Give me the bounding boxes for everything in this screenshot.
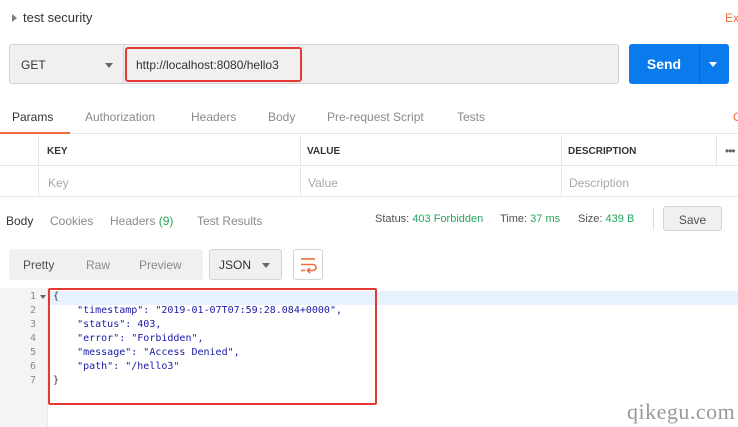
resp-tab-headers-label: Headers — [110, 214, 156, 228]
wrap-lines-icon — [301, 258, 317, 274]
method-select[interactable]: GET — [10, 45, 124, 83]
time-value[interactable]: 37 ms — [530, 213, 560, 225]
headers-count: (9) — [158, 214, 174, 228]
description-column: DESCRIPTION — [561, 136, 716, 166]
resp-tab-body[interactable]: Body — [6, 214, 33, 228]
size-value[interactable]: 439 B — [606, 213, 635, 225]
time-label: Time: — [500, 213, 528, 225]
params-header-row: KEY VALUE DESCRIPTION ••• — [0, 136, 738, 166]
key-placeholder: Key — [48, 176, 69, 190]
line-number: 6 — [29, 361, 36, 372]
status-label: Status: — [375, 213, 410, 225]
send-button[interactable]: Send — [629, 44, 729, 84]
tab-params[interactable]: Params — [12, 110, 53, 124]
description-cell[interactable]: Description — [561, 167, 738, 197]
tab-headers[interactable]: Headers — [191, 110, 236, 124]
params-empty-row: Key Value Description — [0, 167, 738, 197]
resp-tab-cookies[interactable]: Cookies — [50, 214, 93, 228]
more-icon[interactable]: ••• — [725, 144, 736, 158]
line-number: 4 — [29, 333, 36, 344]
value-column: VALUE — [300, 136, 561, 166]
tab-tests[interactable]: Tests — [457, 110, 485, 124]
active-tab-indicator — [0, 132, 70, 134]
description-header: DESCRIPTION — [568, 146, 637, 157]
chevron-down-icon — [262, 263, 270, 268]
value-header: VALUE — [307, 146, 341, 157]
tab-pre-request-script[interactable]: Pre-request Script — [327, 110, 424, 124]
size-label: Size: — [578, 213, 603, 225]
line-number: 3 — [29, 319, 36, 330]
tab-authorization[interactable]: Authorization — [85, 110, 155, 124]
preview-button[interactable]: Preview — [139, 258, 182, 272]
send-divider — [699, 44, 700, 84]
description-placeholder: Description — [569, 176, 630, 190]
resp-tab-headers[interactable]: Headers (9) — [110, 214, 173, 228]
value-placeholder: Value — [308, 176, 338, 190]
key-column: KEY — [38, 136, 300, 166]
format-select[interactable]: JSON — [209, 249, 282, 280]
send-options-chevron-icon[interactable] — [709, 62, 717, 67]
watermark: qikegu.com — [627, 399, 736, 424]
resp-tab-test-results[interactable]: Test Results — [197, 214, 262, 228]
fold-chevron-icon[interactable] — [40, 295, 46, 299]
pretty-button[interactable]: Pretty — [23, 258, 54, 272]
status-value[interactable]: 403 Forbidden — [412, 213, 483, 225]
line-number: 1 — [29, 291, 36, 302]
method-label: GET — [21, 58, 46, 72]
line-gutter: 1 2 3 4 5 6 7 — [0, 288, 48, 427]
size-readout: Size: 439 B — [578, 213, 634, 225]
status-readout: Status: 403 Forbidden — [375, 213, 483, 225]
value-cell[interactable]: Value — [300, 167, 561, 197]
format-label: JSON — [219, 258, 252, 272]
save-label: Save — [678, 213, 707, 227]
response-tabs: Body Cookies Headers (9) Test Results St… — [0, 205, 738, 235]
view-mode-toolbar: Pretty Raw Preview — [9, 249, 203, 280]
raw-button[interactable]: Raw — [86, 258, 110, 272]
save-response-button[interactable]: Save — [663, 206, 722, 231]
request-name[interactable]: test security — [23, 10, 92, 25]
line-number: 7 — [29, 375, 36, 386]
request-tabs: Params Authorization Headers Body Pre-re… — [0, 104, 738, 134]
wrap-lines-button[interactable] — [293, 249, 323, 280]
caret-right-icon[interactable] — [12, 14, 17, 22]
response-highlight-box — [48, 288, 377, 405]
collection-header: test security Ex — [0, 0, 738, 36]
send-label: Send — [646, 56, 682, 72]
status-divider — [653, 208, 654, 230]
url-bar: GET http://localhost:8080/hello3 — [9, 44, 619, 84]
key-header: KEY — [47, 146, 68, 157]
header-right-link[interactable]: Ex — [725, 11, 738, 25]
cookies-link[interactable]: C — [733, 110, 738, 124]
line-number: 2 — [29, 305, 36, 316]
params-table: KEY VALUE DESCRIPTION ••• Key Value Desc… — [0, 136, 738, 197]
tab-body[interactable]: Body — [268, 110, 295, 124]
url-highlight-box — [125, 47, 302, 82]
chevron-down-icon — [105, 63, 113, 68]
time-readout: Time: 37 ms — [500, 213, 560, 225]
key-cell[interactable]: Key — [38, 167, 300, 197]
line-number: 5 — [29, 347, 36, 358]
